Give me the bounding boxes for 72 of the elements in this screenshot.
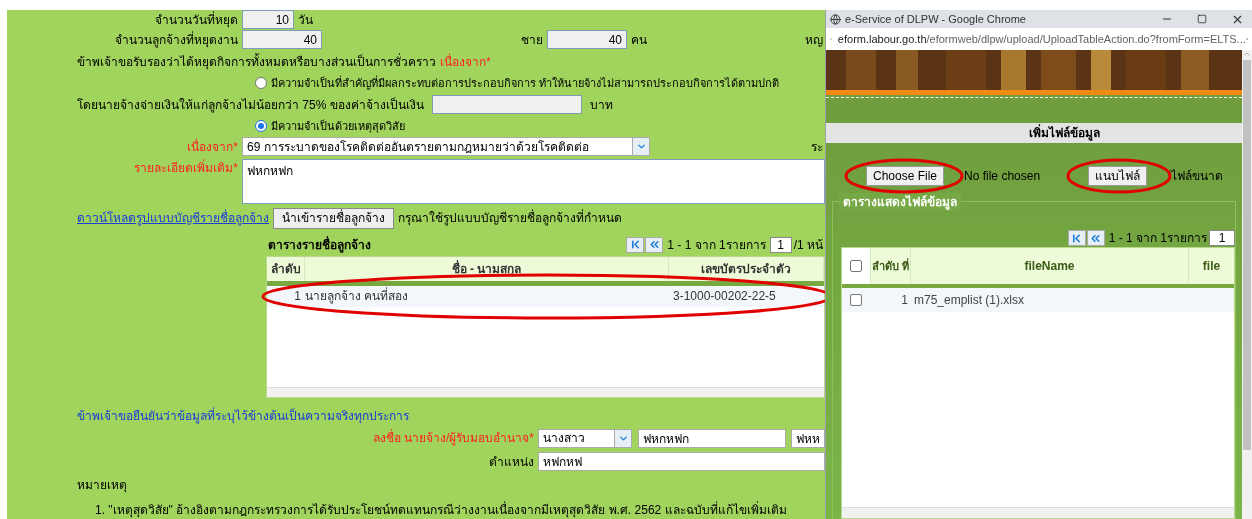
pager-text: 1 - 1 จาก 1รายการ bbox=[667, 236, 766, 254]
field-label: จำนวนลูกจ้างที่หยุดงาน bbox=[114, 30, 239, 49]
male-count-field[interactable]: 40 bbox=[547, 30, 627, 50]
horizontal-scrollbar[interactable] bbox=[267, 386, 824, 397]
choose-file-button[interactable]: Choose File bbox=[866, 166, 945, 186]
position-field[interactable]: หฟกหฟ bbox=[538, 452, 825, 472]
hint-text: กรุณาใช้รูปแบบบัญชีรายชื่อลูกจ้างที่กำหนด bbox=[398, 209, 622, 228]
male-label: ชาย bbox=[520, 31, 544, 49]
table-title: ตารางรายชื่อลูกจ้าง bbox=[268, 235, 371, 254]
column-header: file bbox=[1188, 248, 1234, 284]
cause-select[interactable]: 69 การระบาดของโรคติดต่ออันตรายตามกฎหมายว่าด้วยโรคติดต่อ bbox=[242, 137, 650, 157]
confirm-text: ข้าพเจ้าขอยืนยันว่าข้อมูลที่ระบุไว้ข้างต้นเป็นความจริงทุกประการ bbox=[77, 406, 409, 425]
table-cell-text: 1 bbox=[293, 288, 302, 306]
fieldset-legend: ตารางแสดงไฟล์ข้อมูล bbox=[839, 193, 961, 211]
field-label: จำนวนวันที่หยุด bbox=[154, 10, 239, 29]
field-label: รายละเอียดเพิ่มเติม* bbox=[133, 158, 239, 177]
table-cell-text: m75_emplist (1).xlsx bbox=[913, 292, 1025, 309]
previous-page-icon[interactable] bbox=[645, 236, 664, 253]
female-label: หญ bbox=[805, 31, 824, 49]
download-link[interactable]: ดาวน์โหลดรูปแบบบัญชีรายชื่อลูกจ้าง bbox=[77, 209, 269, 228]
column-header: ลำดับ ที่ bbox=[870, 248, 910, 284]
checkbox[interactable] bbox=[850, 294, 862, 306]
field-label: ระ bbox=[811, 138, 824, 156]
window-title: e-Service of DLPW - Google Chrome bbox=[845, 11, 1026, 27]
radio-label: มีความจำเป็นด้วยเหตุสุดวิสัย bbox=[271, 118, 405, 135]
globe-icon bbox=[830, 13, 841, 25]
page-field[interactable]: 1 bbox=[1209, 230, 1235, 246]
employee-count-field[interactable]: 40 bbox=[242, 30, 322, 50]
pager-text: 1 - 1 จาก 1รายการ bbox=[1108, 230, 1207, 247]
amount-field[interactable] bbox=[431, 95, 582, 115]
size-note-text: ไฟล์ขนาด bbox=[1171, 168, 1224, 185]
page-field[interactable]: 1 bbox=[769, 236, 792, 253]
unit-label: บาท bbox=[589, 96, 613, 114]
first-name-field[interactable]: ฟหกหฟก bbox=[638, 428, 786, 448]
scroll-up-icon[interactable] bbox=[1243, 50, 1251, 58]
field-label: เนื่องจาก* bbox=[186, 137, 239, 156]
table-cell-text: 1 bbox=[900, 292, 909, 309]
attach-file-button[interactable]: แนบไฟล์ bbox=[1088, 166, 1148, 186]
url-text: eform.labour.go.th/eformweb/dlpw/upload/UploadTableAction.do?fromForm=ELTS... bbox=[837, 31, 1246, 47]
column-header: ชื่อ - นามสกุล bbox=[305, 256, 669, 281]
table-cell-text: นายลูกจ้าง คนที่สอง bbox=[305, 287, 410, 306]
column-header: fileName bbox=[910, 248, 1188, 284]
field-label: ลงชื่อ นายจ้าง/ผู้รับมอบอำนาจ* bbox=[371, 429, 535, 448]
unit-label: คน bbox=[631, 31, 647, 49]
page-count-text: /1 หน้ bbox=[793, 236, 823, 254]
column-header: เลขบัตรประจำตัว bbox=[669, 256, 824, 281]
checkbox[interactable] bbox=[850, 260, 862, 272]
payment-text: โดยนายจ้างจ่ายเงินให้แก่ลูกจ้างไม่น้อยกว่า 75% ของค่าจ้างเป็นเงิน bbox=[77, 96, 424, 114]
table-cell-text: 3-1000-00202-22-5 bbox=[672, 288, 777, 306]
first-page-icon[interactable] bbox=[626, 236, 645, 253]
previous-page-icon[interactable] bbox=[1086, 230, 1105, 246]
radio-label: มีความจำเป็นที่สำคัญที่มีผลกระทบต่อการประกอบกิจการ ทำให้นายจ้างไม่สามารถประกอบกิจการได้ตามปกติ bbox=[271, 74, 780, 92]
column-header: ลำดับ bbox=[267, 256, 305, 281]
note-text: 1. "เหตุสุดวิสัย" อ้างอิงตามกฎกระทรวงการได้รับประโยชน์ทดแทนกรณีว่างงานเนื่องจากมีเหตุสุดวิสัย พ.ศ. 2562 และฉบับที่แก้ไขเพิ่มเติม bbox=[95, 501, 787, 519]
radio-button[interactable] bbox=[255, 120, 267, 133]
first-page-icon[interactable] bbox=[1067, 230, 1086, 246]
unit-label: วัน bbox=[298, 11, 313, 29]
certify-text: ข้าพเจ้าขอรับรองว่าได้หยุดกิจการทั้งหมดหรือบางส่วนเป็นการชั่วคราว bbox=[77, 53, 436, 72]
vertical-scrollbar[interactable] bbox=[1242, 50, 1252, 519]
field-label: ตำแหน่ง bbox=[488, 453, 535, 471]
days-field[interactable]: 10 bbox=[242, 10, 294, 29]
file-status-text: No file chosen bbox=[964, 168, 1041, 185]
required-label: เนื่องจาก* bbox=[440, 53, 491, 72]
last-name-field[interactable]: ฟหห bbox=[791, 428, 825, 448]
radio-button[interactable] bbox=[255, 77, 267, 89]
horizontal-scrollbar[interactable] bbox=[842, 507, 1234, 518]
section-heading: เพิ่มไฟล์ข้อมูล bbox=[826, 123, 1242, 143]
import-button[interactable]: นำเข้ารายชื่อลูกจ้าง bbox=[273, 207, 394, 229]
notes-title: หมายเหตุ bbox=[77, 477, 127, 495]
maximize-icon[interactable] bbox=[1197, 14, 1207, 24]
title-select[interactable]: นางสาว bbox=[538, 428, 633, 448]
details-textarea[interactable]: ฟหกหฟก bbox=[242, 158, 825, 204]
